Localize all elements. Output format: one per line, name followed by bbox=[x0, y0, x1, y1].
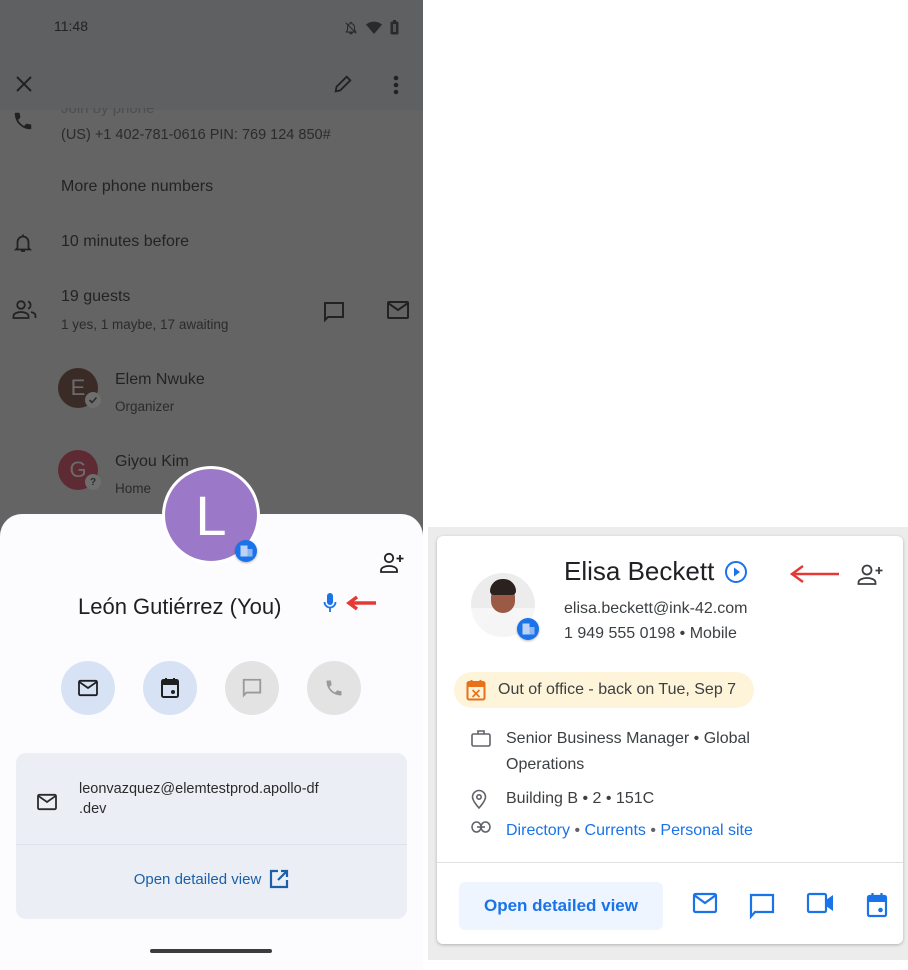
more-phone-numbers-link[interactable]: More phone numbers bbox=[61, 178, 213, 196]
job-title-line1: Senior Business Manager • Global bbox=[506, 730, 750, 747]
gesture-home-bar[interactable] bbox=[150, 949, 272, 953]
job-title-row: Senior Business Manager • Global Operati… bbox=[471, 726, 750, 778]
out-of-office-chip: Out of office - back on Tue, Sep 7 bbox=[454, 672, 755, 708]
hovercard-actions bbox=[692, 892, 888, 920]
contact-phone[interactable]: 1 949 555 0198 • Mobile bbox=[564, 625, 737, 643]
email-address[interactable]: leonvazquez@elemtestprod.apollo-df .dev bbox=[79, 779, 379, 819]
guest-role: Home bbox=[115, 481, 152, 496]
pronunciation-mic-icon[interactable] bbox=[323, 592, 337, 614]
guest-name: Elem Nwuke bbox=[115, 371, 205, 388]
call-action-button-disabled[interactable] bbox=[307, 661, 361, 715]
divider bbox=[16, 844, 407, 845]
chat-action-button-disabled[interactable] bbox=[225, 661, 279, 715]
organization-badge-icon bbox=[235, 540, 257, 562]
hovercard-panel: Elisa Beckett elisa.beckett@ink-42.com 1… bbox=[428, 527, 908, 960]
calendar-action-button[interactable] bbox=[143, 661, 197, 715]
video-camera-icon bbox=[806, 892, 833, 914]
link-icon bbox=[471, 818, 491, 844]
calendar-out-of-office-icon bbox=[466, 679, 486, 701]
add-contact-icon[interactable] bbox=[380, 552, 406, 574]
email-action-button[interactable] bbox=[61, 661, 115, 715]
open-detailed-view-label: Open detailed view bbox=[133, 870, 262, 888]
dial-in-number[interactable]: (US) +1 402-781-0616 PIN: 769 124 850# bbox=[61, 127, 331, 143]
chat-button[interactable] bbox=[748, 892, 776, 920]
links-row: Directory • Currents • Personal site bbox=[471, 818, 753, 844]
email-icon bbox=[692, 892, 718, 914]
phone-icon bbox=[326, 680, 342, 696]
contact-info-card: leonvazquez@elemtestprod.apollo-df .dev … bbox=[16, 753, 407, 919]
bell-icon bbox=[14, 233, 32, 253]
guest-name: Giyou Kim bbox=[115, 453, 189, 470]
status-time: 11:48 bbox=[54, 18, 88, 34]
location-row: Building B • 2 • 151C bbox=[471, 786, 654, 812]
edit-button[interactable] bbox=[332, 73, 354, 95]
guest-summary: 1 yes, 1 maybe, 17 awaiting bbox=[61, 317, 229, 332]
location-pin-icon bbox=[471, 786, 491, 812]
link-separator: • bbox=[650, 822, 656, 839]
annotation-arrow-left bbox=[346, 595, 378, 611]
open-external-icon bbox=[269, 869, 289, 889]
accepted-check-icon bbox=[85, 392, 101, 408]
reminder-text: 10 minutes before bbox=[61, 233, 190, 250]
open-detailed-view-link[interactable]: Open detailed view bbox=[16, 869, 407, 889]
more-options-button[interactable] bbox=[393, 74, 399, 96]
contact-name-text: Elisa Beckett bbox=[564, 556, 715, 586]
open-detailed-view-button[interactable]: Open detailed view bbox=[459, 882, 663, 930]
directory-link[interactable]: Directory bbox=[506, 822, 570, 839]
chat-icon bbox=[749, 893, 775, 920]
person-name: León Gutiérrez (You) bbox=[78, 594, 282, 619]
organization-badge-icon bbox=[517, 618, 539, 640]
guest-role: Organizer bbox=[115, 399, 175, 414]
contact-email[interactable]: elisa.beckett@ink-42.com bbox=[564, 600, 747, 618]
contact-action-buttons bbox=[61, 661, 361, 715]
contact-name: Elisa Beckett bbox=[564, 556, 748, 587]
location-text: Building B • 2 • 151C bbox=[506, 790, 655, 807]
email-guests-icon[interactable] bbox=[386, 300, 410, 320]
guest-count: 19 guests bbox=[61, 288, 131, 305]
maybe-question-icon: ? bbox=[85, 474, 101, 490]
wifi-icon bbox=[366, 21, 382, 35]
link-separator: • bbox=[574, 822, 581, 839]
calendar-icon bbox=[161, 678, 179, 698]
play-pronunciation-icon[interactable] bbox=[724, 560, 748, 584]
app-bar-icons bbox=[0, 60, 423, 110]
currents-link[interactable]: Currents bbox=[585, 822, 646, 839]
people-icon bbox=[12, 300, 38, 320]
divider bbox=[437, 862, 903, 863]
chat-icon bbox=[242, 678, 262, 698]
status-bar: 11:48 bbox=[0, 0, 423, 60]
battery-icon bbox=[390, 20, 399, 35]
email-icon bbox=[36, 793, 58, 811]
annotation-arrow-left bbox=[789, 564, 841, 584]
phone-screenshot: 11:48 Join by phone (US) +1 402-781-0616… bbox=[0, 0, 423, 970]
email-button[interactable] bbox=[692, 892, 718, 920]
add-contact-icon[interactable] bbox=[857, 564, 885, 586]
briefcase-icon bbox=[471, 726, 491, 778]
mute-icon bbox=[344, 21, 358, 35]
email-icon bbox=[78, 679, 98, 697]
calendar-icon bbox=[866, 893, 888, 918]
personal-site-link[interactable]: Personal site bbox=[660, 822, 753, 839]
job-title-line2: Operations bbox=[506, 756, 585, 773]
out-of-office-text: Out of office - back on Tue, Sep 7 bbox=[498, 681, 737, 698]
person-hovercard: Elisa Beckett elisa.beckett@ink-42.com 1… bbox=[437, 536, 903, 944]
close-button[interactable] bbox=[14, 74, 34, 94]
calendar-button[interactable] bbox=[866, 892, 888, 920]
video-call-button[interactable] bbox=[806, 892, 836, 920]
chat-guests-icon[interactable] bbox=[322, 300, 346, 324]
phone-icon bbox=[12, 110, 34, 132]
